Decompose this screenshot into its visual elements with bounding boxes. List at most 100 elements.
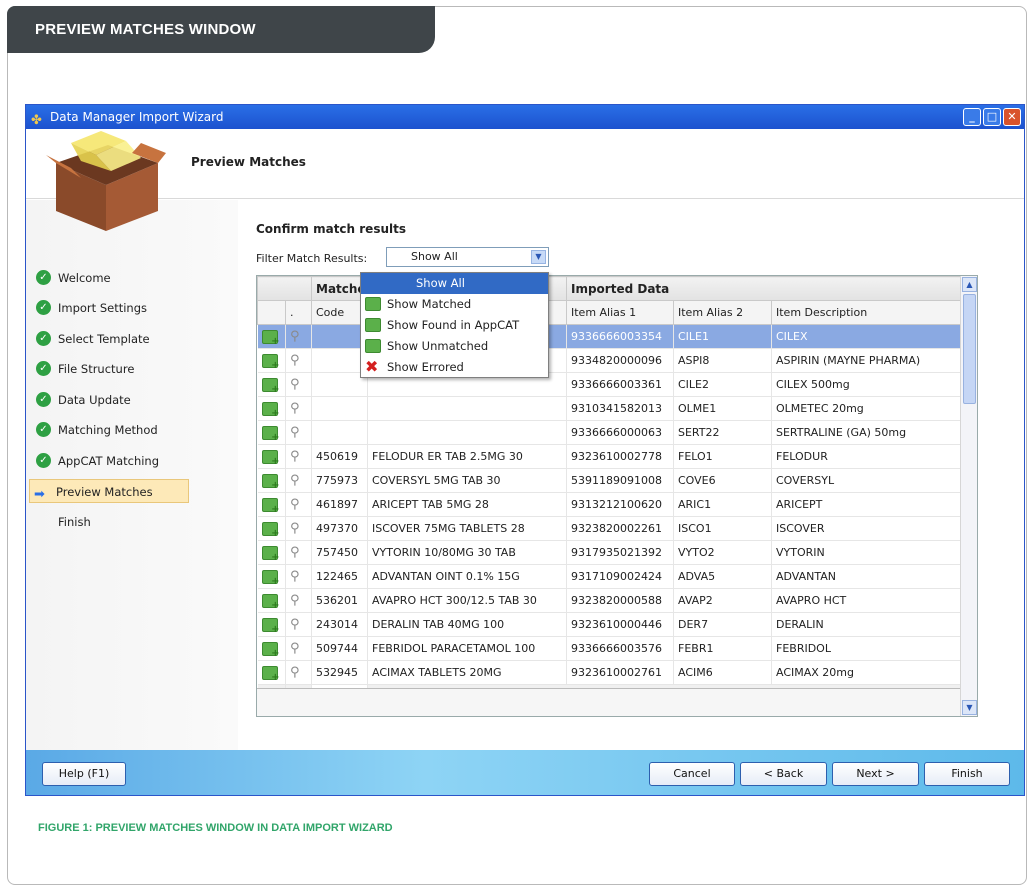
cancel-button[interactable]: Cancel bbox=[649, 762, 735, 786]
link-cell: ⚲ bbox=[285, 588, 312, 613]
add-item-icon bbox=[261, 377, 280, 395]
col-header-status[interactable] bbox=[257, 300, 286, 325]
back-button[interactable]: < Back bbox=[740, 762, 827, 786]
filter-select[interactable]: Show All ▼ bbox=[386, 247, 549, 267]
nav-step-select-template[interactable]: ✓ Select Template bbox=[32, 327, 192, 351]
scroll-thumb[interactable] bbox=[963, 294, 976, 404]
scroll-up-icon[interactable]: ▲ bbox=[962, 277, 977, 292]
link-icon[interactable]: ⚲ bbox=[290, 449, 300, 464]
link-icon[interactable]: ⚲ bbox=[290, 473, 300, 488]
dropdown-option-show-errored[interactable]: ✖ Show Errored bbox=[361, 357, 548, 378]
section-heading: Confirm match results bbox=[256, 222, 406, 236]
status-cell bbox=[257, 636, 286, 661]
cell-desc: ADVANTAN OINT 0.1% 15G bbox=[367, 564, 567, 589]
nav-step-file-structure[interactable]: ✓ File Structure bbox=[32, 357, 192, 381]
link-icon[interactable]: ⚲ bbox=[290, 665, 300, 680]
cell-code: 757450 bbox=[311, 540, 368, 565]
col-header-dot[interactable]: . bbox=[285, 300, 312, 325]
option-label: Show Unmatched bbox=[387, 339, 489, 353]
link-icon[interactable]: ⚲ bbox=[290, 497, 300, 512]
vertical-scrollbar[interactable]: ▲ ▼ bbox=[960, 276, 977, 716]
table-row[interactable]: ⚲461897ARICEPT TAB 5MG 289313212100620AR… bbox=[257, 492, 962, 517]
nav-step-welcome[interactable]: ✓ Welcome bbox=[32, 266, 192, 290]
table-row[interactable]: ⚲ 9336666000063SERT22SERTRALINE (GA) 50mg bbox=[257, 420, 962, 445]
link-icon[interactable]: ⚲ bbox=[290, 545, 300, 560]
finish-button[interactable]: Finish bbox=[924, 762, 1010, 786]
nav-step-label: Select Template bbox=[58, 332, 150, 346]
nav-step-finish[interactable]: Finish bbox=[32, 510, 192, 534]
cell-alias2: ISCO1 bbox=[673, 516, 772, 541]
figure-caption: FIGURE 1: PREVIEW MATCHES WINDOW IN DATA… bbox=[38, 822, 393, 834]
nav-step-label: Finish bbox=[58, 515, 91, 529]
minimize-icon[interactable]: _ bbox=[963, 108, 981, 126]
cell-alias2: COVE6 bbox=[673, 468, 772, 493]
link-icon[interactable]: ⚲ bbox=[290, 329, 300, 344]
cell-alias1: 9336666003354 bbox=[566, 324, 674, 349]
maximize-icon[interactable]: □ bbox=[983, 108, 1001, 126]
link-cell: ⚲ bbox=[285, 516, 312, 541]
matched-icon bbox=[365, 297, 381, 311]
link-icon[interactable]: ⚲ bbox=[290, 401, 300, 416]
link-cell: ⚲ bbox=[285, 324, 312, 349]
close-icon[interactable]: ✕ bbox=[1003, 108, 1021, 126]
next-button[interactable]: Next > bbox=[832, 762, 919, 786]
table-row[interactable]: ⚲ 450619FELODUR ER TAB 2.5MG 309323610002… bbox=[257, 444, 962, 469]
cell-alias1: 9323610002761 bbox=[566, 660, 674, 685]
cell-alias2: FELO1 bbox=[673, 444, 772, 469]
nav-step-preview-matches[interactable]: ➡ Preview Matches bbox=[29, 479, 189, 503]
chevron-down-icon[interactable]: ▼ bbox=[531, 250, 546, 264]
table-row[interactable]: ⚲ 757450VYTORIN 10/80MG 30 TAB93179350213… bbox=[257, 540, 962, 565]
table-row[interactable]: ⚲775973COVERSYL 5MG TAB 305391189091008C… bbox=[257, 468, 962, 493]
cell-desc: DERALIN TAB 40MG 100 bbox=[367, 612, 567, 637]
nav-step-matching-method[interactable]: ✓ Matching Method bbox=[32, 418, 192, 442]
check-icon: ✓ bbox=[36, 270, 51, 285]
cell-item-desc: ISCOVER bbox=[771, 516, 962, 541]
table-row[interactable]: ⚲ 243014DERALIN TAB 40MG 1009323610000446… bbox=[257, 612, 962, 637]
status-cell bbox=[257, 420, 286, 445]
link-cell: ⚲ bbox=[285, 420, 312, 445]
link-icon[interactable]: ⚲ bbox=[290, 377, 300, 392]
cell-code: 243014 bbox=[311, 612, 368, 637]
link-icon[interactable]: ⚲ bbox=[290, 569, 300, 584]
status-cell bbox=[257, 516, 286, 541]
table-row[interactable]: ⚲ 9310341582013OLME1OLMETEC 20mg bbox=[257, 396, 962, 421]
dropdown-option-show-all[interactable]: Show All bbox=[361, 273, 548, 294]
nav-step-data-update[interactable]: ✓ Data Update bbox=[32, 388, 192, 412]
cell-alias2: FEBR1 bbox=[673, 636, 772, 661]
status-cell bbox=[257, 324, 286, 349]
link-icon[interactable]: ⚲ bbox=[290, 617, 300, 632]
link-icon[interactable]: ⚲ bbox=[290, 593, 300, 608]
link-icon[interactable]: ⚲ bbox=[290, 353, 300, 368]
status-cell bbox=[257, 588, 286, 613]
table-row[interactable]: ⚲ 122465ADVANTAN OINT 0.1% 15G93171090024… bbox=[257, 564, 962, 589]
cell-desc bbox=[367, 420, 567, 445]
nav-step-import-settings[interactable]: ✓ Import Settings bbox=[32, 296, 192, 320]
col-header-alias2[interactable]: Item Alias 2 bbox=[673, 300, 772, 325]
help-button[interactable]: Help (F1) bbox=[42, 762, 126, 786]
cell-alias2: ADVA5 bbox=[673, 564, 772, 589]
details-pane bbox=[257, 688, 977, 716]
scroll-down-icon[interactable]: ▼ bbox=[962, 700, 977, 715]
col-header-item-description[interactable]: Item Description bbox=[771, 300, 962, 325]
dropdown-option-show-matched[interactable]: Show Matched bbox=[361, 294, 548, 315]
table-row[interactable]: ⚲ 497370ISCOVER 75MG TABLETS 289323820002… bbox=[257, 516, 962, 541]
link-cell: ⚲ bbox=[285, 396, 312, 421]
add-item-icon bbox=[261, 569, 280, 587]
link-icon[interactable]: ⚲ bbox=[290, 425, 300, 440]
link-cell: ⚲ bbox=[285, 348, 312, 373]
cell-alias1: 9317109002424 bbox=[566, 564, 674, 589]
option-label: Show Errored bbox=[387, 360, 464, 374]
link-icon[interactable]: ⚲ bbox=[290, 521, 300, 536]
cell-item-desc: OLMETEC 20mg bbox=[771, 396, 962, 421]
table-row[interactable]: ⚲532945ACIMAX TABLETS 20MG9323610002761A… bbox=[257, 660, 962, 685]
nav-step-label: Matching Method bbox=[58, 423, 158, 437]
nav-step-appcat-matching[interactable]: ✓ AppCAT Matching bbox=[32, 449, 192, 473]
col-header-alias1[interactable]: Item Alias 1 bbox=[566, 300, 674, 325]
add-item-icon bbox=[261, 641, 280, 659]
dropdown-option-show-unmatched[interactable]: Show Unmatched bbox=[361, 336, 548, 357]
table-row[interactable]: ⚲ 509744FEBRIDOL PARACETAMOL 100933666600… bbox=[257, 636, 962, 661]
link-icon[interactable]: ⚲ bbox=[290, 641, 300, 656]
filter-select-value: Show All bbox=[411, 250, 458, 263]
dropdown-option-show-found[interactable]: Show Found in AppCAT bbox=[361, 315, 548, 336]
table-row[interactable]: ⚲ 536201AVAPRO HCT 300/12.5 TAB 309323820… bbox=[257, 588, 962, 613]
